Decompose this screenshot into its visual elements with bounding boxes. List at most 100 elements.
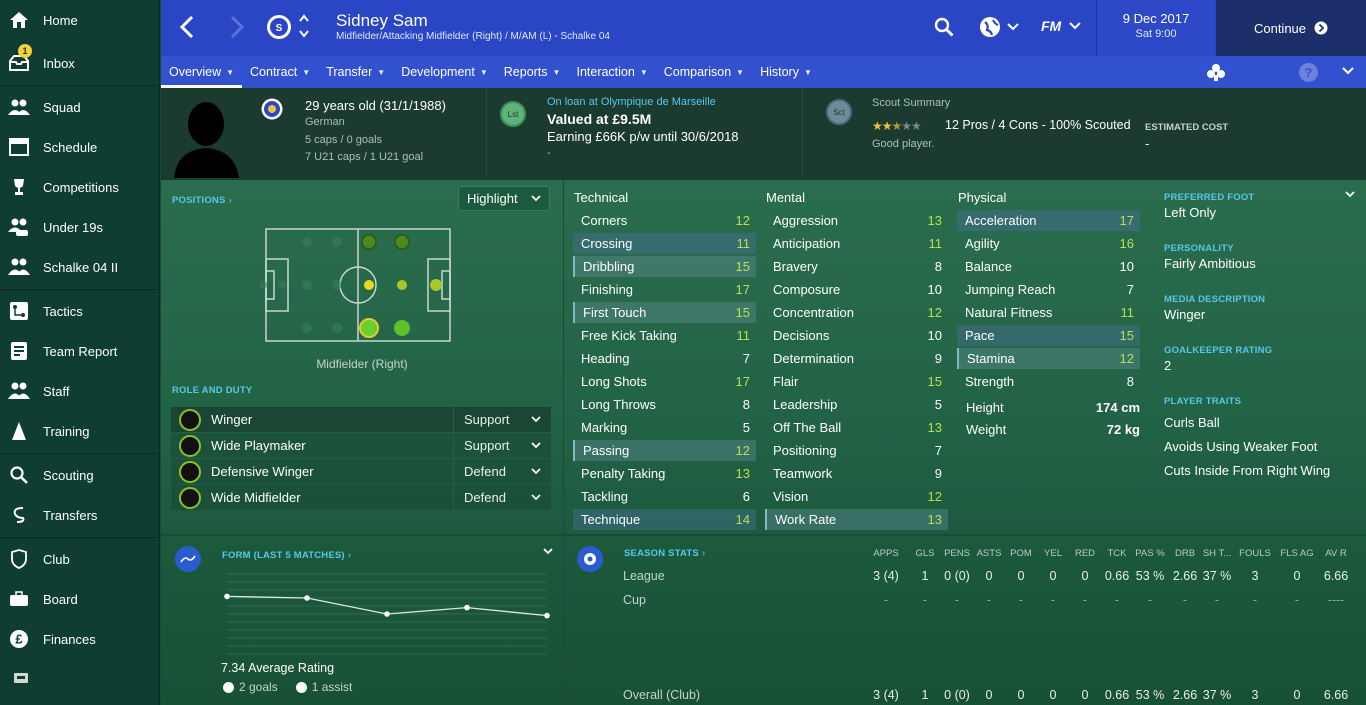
attribute-row[interactable]: Jumping Reach 7 bbox=[957, 279, 1140, 300]
tab-interaction[interactable]: Interaction ▼ bbox=[568, 56, 655, 88]
stat-column-header[interactable]: FLS AG bbox=[1277, 548, 1317, 559]
keyboard-icon[interactable] bbox=[14, 673, 28, 683]
sidebar-item-competitions[interactable]: Competitions bbox=[0, 169, 160, 205]
attribute-row[interactable]: Positioning 7 bbox=[765, 440, 948, 461]
attribute-row[interactable]: Agility 16 bbox=[957, 233, 1140, 254]
help-icon[interactable]: ? bbox=[1299, 63, 1318, 82]
tab-reports[interactable]: Reports ▼ bbox=[496, 56, 569, 88]
highlight-dropdown[interactable]: Highlight bbox=[458, 186, 550, 211]
attribute-row[interactable]: Passing 12 bbox=[573, 440, 756, 461]
attribute-row[interactable]: Finishing 17 bbox=[573, 279, 756, 300]
attribute-row[interactable]: Flair 15 bbox=[765, 371, 948, 392]
sidebar-item-inbox[interactable]: 1 Inbox bbox=[0, 44, 160, 81]
attribute-row[interactable]: Balance 10 bbox=[957, 256, 1140, 277]
tab-comparison[interactable]: Comparison ▼ bbox=[656, 56, 752, 88]
attribute-row[interactable]: Leadership 5 bbox=[765, 394, 948, 415]
player-switch-icon[interactable] bbox=[298, 13, 310, 39]
attribute-row[interactable]: Composure 10 bbox=[765, 279, 948, 300]
staff-shortlist-icon[interactable] bbox=[1206, 63, 1226, 81]
duty-dropdown[interactable]: Support bbox=[453, 433, 551, 458]
sidebar-item-transfers[interactable]: Transfers bbox=[0, 497, 160, 533]
attribute-row[interactable]: Marking 5 bbox=[573, 417, 756, 438]
attribute-row[interactable]: Determination 9 bbox=[765, 348, 948, 369]
fm-menu-button[interactable]: FM bbox=[1041, 18, 1081, 34]
attribute-row[interactable]: Concentration 12 bbox=[765, 302, 948, 323]
role-row[interactable]: Winger Support bbox=[171, 407, 551, 432]
attribute-row[interactable]: Acceleration 17 bbox=[957, 210, 1140, 231]
positions-link[interactable]: POSITIONS › bbox=[172, 195, 232, 206]
attribute-row[interactable]: Anticipation 11 bbox=[765, 233, 948, 254]
attribute-row[interactable]: Heading 7 bbox=[573, 348, 756, 369]
sidebar-item-scouting[interactable]: Scouting bbox=[0, 457, 160, 493]
attribute-row[interactable]: Vision 12 bbox=[765, 486, 948, 507]
season-stats-link[interactable]: SEASON STATS › bbox=[624, 548, 705, 559]
form-link[interactable]: FORM (LAST 5 MATCHES) › bbox=[222, 550, 351, 561]
attribute-row[interactable]: Corners 12 bbox=[573, 210, 756, 231]
sidebar-item-club[interactable]: Club bbox=[0, 541, 160, 577]
sidebar-item-board[interactable]: Board bbox=[0, 581, 160, 617]
role-icon bbox=[179, 408, 201, 431]
attribute-row[interactable]: Free Kick Taking 11 bbox=[573, 325, 756, 346]
attribute-value: 14 bbox=[735, 512, 750, 527]
search-icon[interactable] bbox=[934, 17, 954, 37]
stat-column-header[interactable]: FOULS bbox=[1235, 548, 1275, 559]
attribute-row[interactable]: Work Rate 13 bbox=[765, 509, 948, 530]
continue-button[interactable]: Continue bbox=[1216, 0, 1366, 56]
role-row[interactable]: Wide Midfielder Defend bbox=[171, 485, 551, 510]
attribute-value: 11 bbox=[736, 236, 751, 251]
duty-dropdown[interactable]: Support bbox=[453, 407, 551, 432]
date-display[interactable]: 9 Dec 2017 Sat 9:00 bbox=[1097, 0, 1215, 56]
sidebar-item-tactics[interactable]: Tactics bbox=[0, 293, 160, 329]
attribute-row[interactable]: Long Throws 8 bbox=[573, 394, 756, 415]
loan-club-link[interactable]: On loan at Olympique de Marseille bbox=[547, 96, 716, 108]
attribute-row[interactable]: Teamwork 9 bbox=[765, 463, 948, 484]
attribute-row[interactable]: Decisions 10 bbox=[765, 325, 948, 346]
attribute-row[interactable]: Penalty Taking 13 bbox=[573, 463, 756, 484]
sidebar-item-home[interactable]: Home bbox=[0, 2, 160, 38]
stat-column-header[interactable]: PAS % bbox=[1130, 548, 1170, 559]
attribute-row[interactable]: Crossing 11 bbox=[573, 233, 756, 254]
chevron-down-icon[interactable] bbox=[1342, 67, 1354, 75]
tab-contract[interactable]: Contract ▼ bbox=[242, 56, 318, 88]
forward-button[interactable] bbox=[229, 15, 245, 39]
tab-transfer[interactable]: Transfer ▼ bbox=[318, 56, 393, 88]
back-button[interactable] bbox=[179, 15, 195, 39]
stat-column-header[interactable]: AV R bbox=[1316, 548, 1356, 559]
role-row[interactable]: Wide Playmaker Support bbox=[171, 433, 551, 458]
club-crest-icon[interactable]: S bbox=[266, 14, 292, 40]
attribute-row[interactable]: Aggression 13 bbox=[765, 210, 948, 231]
tab-development[interactable]: Development ▼ bbox=[393, 56, 496, 88]
sidebar-item-training[interactable]: Training bbox=[0, 413, 160, 449]
attribute-name: Long Throws bbox=[581, 397, 656, 412]
attribute-row[interactable]: Dribbling 15 bbox=[573, 256, 756, 277]
attribute-row[interactable]: Pace 15 bbox=[957, 325, 1140, 346]
attribute-row[interactable]: Natural Fitness 11 bbox=[957, 302, 1140, 323]
sidebar-item-under-19s[interactable]: Under 19s bbox=[0, 209, 160, 245]
tab-overview[interactable]: Overview ▼ bbox=[161, 56, 243, 88]
chevron-down-icon[interactable] bbox=[543, 548, 553, 555]
stat-column-header[interactable]: APPS bbox=[866, 548, 906, 559]
duty-dropdown[interactable]: Defend bbox=[453, 485, 551, 510]
sidebar-item-reserves[interactable]: Schalke 04 II bbox=[0, 249, 160, 285]
chevron-down-icon[interactable] bbox=[1345, 191, 1355, 198]
form-point bbox=[384, 611, 390, 617]
attribute-row[interactable]: Long Shots 17 bbox=[573, 371, 756, 392]
attribute-row[interactable]: Strength 8 bbox=[957, 371, 1140, 392]
attribute-row[interactable]: Off The Ball 13 bbox=[765, 417, 948, 438]
tab-history[interactable]: History ▼ bbox=[752, 56, 820, 88]
stat-column-header[interactable]: SH T... bbox=[1197, 548, 1237, 559]
duty-dropdown[interactable]: Defend bbox=[453, 459, 551, 484]
attribute-row[interactable]: Tackling 6 bbox=[573, 486, 756, 507]
sidebar-item-staff[interactable]: Staff bbox=[0, 373, 160, 409]
attribute-row[interactable]: Bravery 8 bbox=[765, 256, 948, 277]
role-row[interactable]: Defensive Winger Defend bbox=[171, 459, 551, 484]
world-menu-button[interactable] bbox=[979, 16, 1019, 38]
sidebar-item-finances[interactable]: £ Finances bbox=[0, 621, 160, 657]
attribute-row[interactable]: First Touch 15 bbox=[573, 302, 756, 323]
sidebar-item-squad[interactable]: Squad bbox=[0, 89, 160, 125]
attribute-value: 12 bbox=[735, 443, 750, 458]
attribute-row[interactable]: Stamina 12 bbox=[957, 348, 1140, 369]
sidebar-item-schedule[interactable]: Schedule bbox=[0, 129, 160, 165]
sidebar-item-team-report[interactable]: Team Report bbox=[0, 333, 160, 369]
attribute-row[interactable]: Technique 14 bbox=[573, 509, 756, 530]
